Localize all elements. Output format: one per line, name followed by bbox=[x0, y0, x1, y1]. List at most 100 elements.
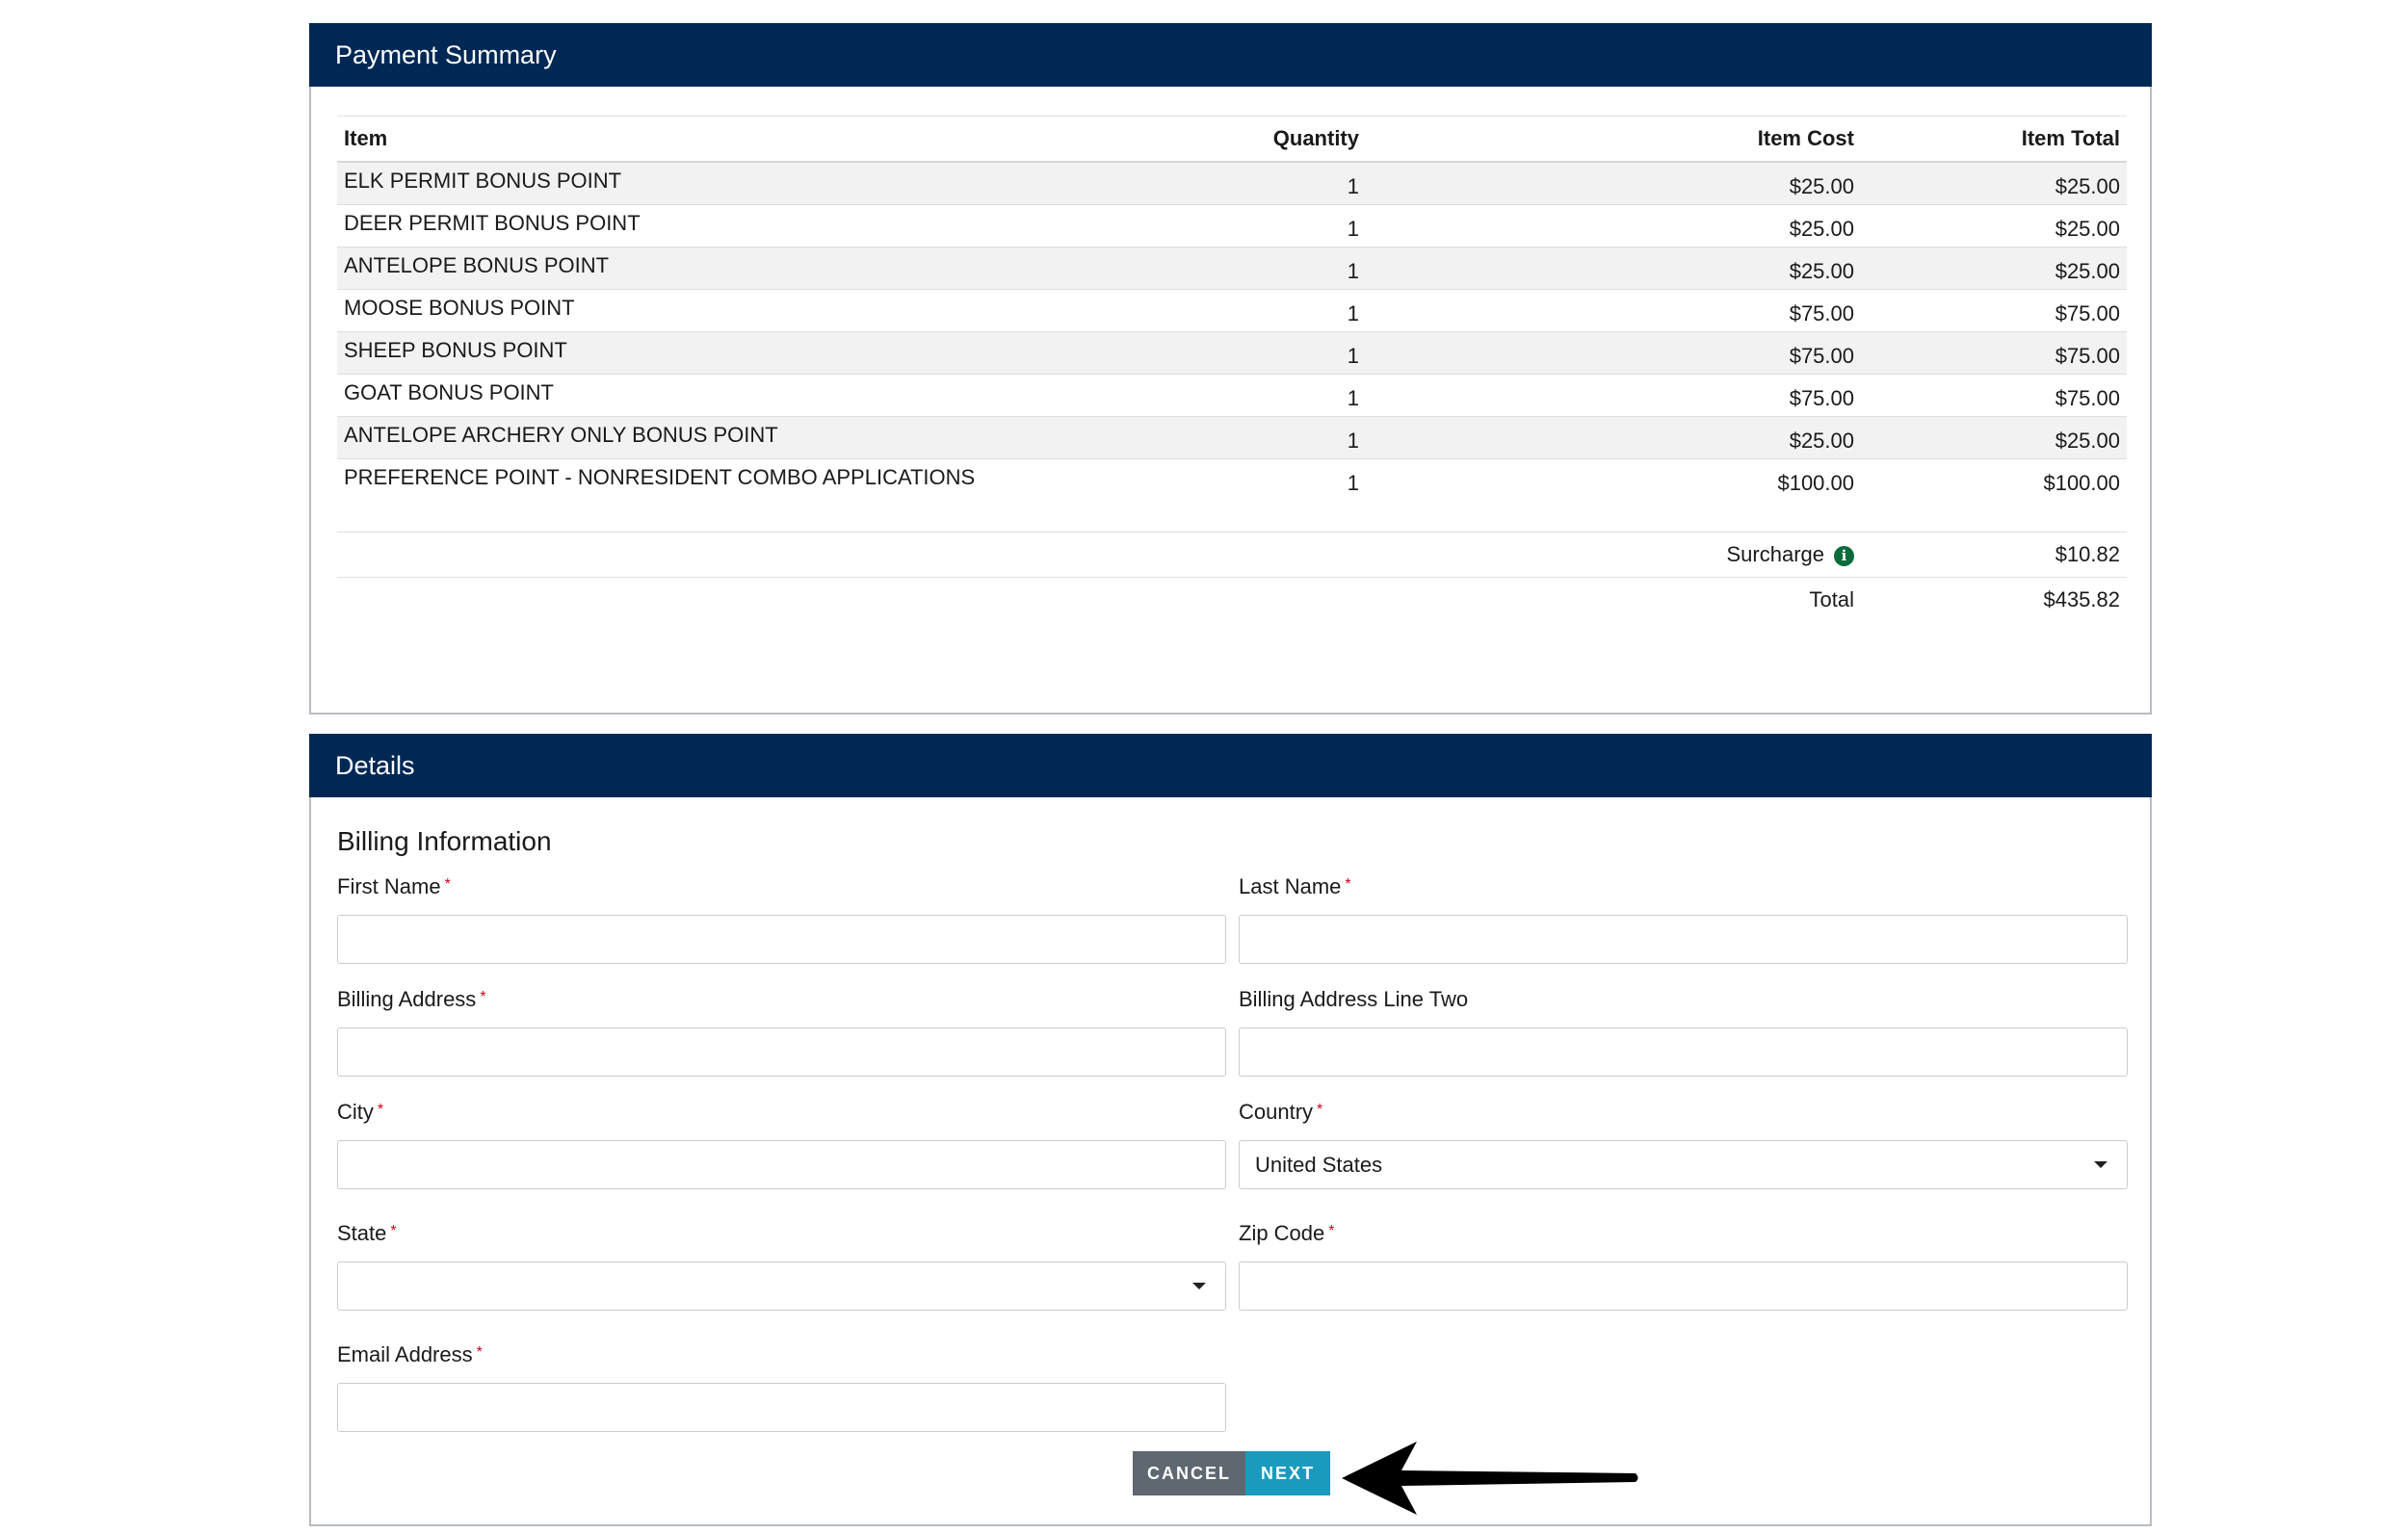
chevron-down-icon bbox=[1192, 1283, 1206, 1289]
item-name: ANTELOPE BONUS POINT bbox=[337, 247, 1025, 290]
first-name-input[interactable] bbox=[337, 915, 1226, 964]
empty-cell bbox=[337, 577, 1025, 622]
empty-cell bbox=[1025, 577, 1366, 622]
required-marker: * bbox=[476, 1344, 483, 1361]
required-marker: * bbox=[1345, 876, 1351, 893]
billing-address-two-label: Billing Address Line Two bbox=[1239, 987, 1468, 1012]
city-label: City * bbox=[337, 1100, 383, 1125]
item-name: GOAT BONUS POINT bbox=[337, 374, 1025, 417]
required-marker: * bbox=[444, 876, 451, 893]
empty-cell bbox=[1025, 532, 1366, 578]
billing-information-title: Billing Information bbox=[337, 826, 552, 856]
next-button[interactable]: NEXT bbox=[1245, 1451, 1330, 1495]
item-name: ELK PERMIT BONUS POINT bbox=[337, 162, 1025, 205]
billing-address-two-input[interactable] bbox=[1239, 1027, 2128, 1077]
empty-cell bbox=[337, 532, 1025, 578]
total-value: $435.82 bbox=[1861, 577, 2127, 622]
city-label-text: City bbox=[337, 1100, 374, 1124]
table-row: ANTELOPE BONUS POINT 1 $25.00 $25.00 bbox=[337, 247, 2127, 290]
table-row: ANTELOPE ARCHERY ONLY BONUS POINT 1 $25.… bbox=[337, 416, 2127, 459]
column-header-item-total: Item Total bbox=[1861, 116, 2127, 163]
state-label-text: State bbox=[337, 1221, 387, 1245]
table-header-row: Item Quantity Item Cost Item Total bbox=[337, 116, 2127, 163]
country-selected-value: United States bbox=[1255, 1153, 1383, 1177]
item-quantity: 1 bbox=[1025, 331, 1366, 375]
column-header-quantity: Quantity bbox=[1025, 116, 1366, 163]
item-quantity: 1 bbox=[1025, 162, 1366, 205]
info-icon[interactable]: i bbox=[1834, 545, 1854, 566]
item-cost: $25.00 bbox=[1366, 247, 1861, 290]
item-cost: $75.00 bbox=[1366, 331, 1861, 375]
item-quantity: 1 bbox=[1025, 204, 1366, 247]
item-cost: $25.00 bbox=[1366, 204, 1861, 247]
item-total: $25.00 bbox=[1861, 162, 2127, 205]
first-name-label: First Name * bbox=[337, 874, 451, 899]
item-cost: $25.00 bbox=[1366, 162, 1861, 205]
required-marker: * bbox=[1317, 1102, 1323, 1118]
item-quantity: 1 bbox=[1025, 374, 1366, 417]
details-panel: Details Billing Information First Name * … bbox=[309, 734, 2152, 1526]
column-header-item: Item bbox=[337, 116, 1025, 163]
item-name: ANTELOPE ARCHERY ONLY BONUS POINT bbox=[337, 416, 1025, 459]
city-input[interactable] bbox=[337, 1140, 1226, 1189]
last-name-label-text: Last Name bbox=[1239, 874, 1342, 898]
email-address-label-text: Email Address bbox=[337, 1342, 473, 1366]
item-total: $25.00 bbox=[1861, 204, 2127, 247]
item-quantity: 1 bbox=[1025, 289, 1366, 332]
country-label: Country * bbox=[1239, 1100, 1322, 1125]
item-quantity: 1 bbox=[1025, 416, 1366, 459]
item-cost: $75.00 bbox=[1366, 289, 1861, 332]
billing-address-label: Billing Address * bbox=[337, 987, 486, 1012]
item-total: $75.00 bbox=[1861, 289, 2127, 332]
zip-code-input[interactable] bbox=[1239, 1261, 2128, 1311]
item-quantity: 1 bbox=[1025, 247, 1366, 290]
required-marker: * bbox=[390, 1223, 397, 1239]
item-quantity: 1 bbox=[1025, 458, 1366, 533]
item-name: PREFERENCE POINT - NONRESIDENT COMBO APP… bbox=[337, 458, 1025, 533]
chevron-down-icon bbox=[2094, 1161, 2107, 1168]
email-address-label: Email Address * bbox=[337, 1342, 483, 1367]
item-cost: $75.00 bbox=[1366, 374, 1861, 417]
country-label-text: Country bbox=[1239, 1100, 1314, 1124]
item-cost: $25.00 bbox=[1366, 416, 1861, 459]
form-actions: CANCEL NEXT bbox=[1133, 1451, 1330, 1495]
first-name-label-text: First Name bbox=[337, 874, 441, 898]
zip-code-label-text: Zip Code bbox=[1239, 1221, 1325, 1245]
surcharge-row: Surcharge i $10.82 bbox=[337, 532, 2127, 578]
table-row: SHEEP BONUS POINT 1 $75.00 $75.00 bbox=[337, 331, 2127, 375]
details-header: Details bbox=[309, 734, 2152, 797]
billing-address-two-label-text: Billing Address Line Two bbox=[1239, 987, 1469, 1011]
item-name: MOOSE BONUS POINT bbox=[337, 289, 1025, 332]
item-name: DEER PERMIT BONUS POINT bbox=[337, 204, 1025, 247]
surcharge-label: Surcharge bbox=[1726, 541, 1824, 566]
surcharge-value: $10.82 bbox=[1861, 532, 2127, 578]
item-name: SHEEP BONUS POINT bbox=[337, 331, 1025, 375]
item-total: $25.00 bbox=[1861, 247, 2127, 290]
item-total: $75.00 bbox=[1861, 374, 2127, 417]
item-cost: $100.00 bbox=[1366, 458, 1861, 533]
required-marker: * bbox=[377, 1102, 384, 1118]
cancel-button[interactable]: CANCEL bbox=[1133, 1451, 1245, 1495]
pointer-arrow-icon bbox=[1342, 1442, 1638, 1515]
state-label: State * bbox=[337, 1221, 397, 1246]
column-header-item-cost: Item Cost bbox=[1366, 116, 1861, 163]
payment-summary-table: Item Quantity Item Cost Item Total ELK P… bbox=[337, 116, 2127, 622]
country-select[interactable]: United States bbox=[1239, 1140, 2128, 1189]
required-marker: * bbox=[1328, 1223, 1335, 1239]
last-name-label: Last Name * bbox=[1239, 874, 1351, 899]
payment-summary-header: Payment Summary bbox=[309, 23, 2152, 87]
table-row: ELK PERMIT BONUS POINT 1 $25.00 $25.00 bbox=[337, 162, 2127, 205]
table-row: MOOSE BONUS POINT 1 $75.00 $75.00 bbox=[337, 289, 2127, 332]
item-total: $25.00 bbox=[1861, 416, 2127, 459]
billing-address-input[interactable] bbox=[337, 1027, 1226, 1077]
email-address-input[interactable] bbox=[337, 1383, 1226, 1432]
item-total: $75.00 bbox=[1861, 331, 2127, 375]
billing-address-label-text: Billing Address bbox=[337, 987, 477, 1011]
table-row: GOAT BONUS POINT 1 $75.00 $75.00 bbox=[337, 374, 2127, 417]
total-label: Total bbox=[1366, 577, 1861, 622]
payment-summary-panel: Payment Summary Item Quantity Item Cost … bbox=[309, 23, 2152, 715]
zip-code-label: Zip Code * bbox=[1239, 1221, 1335, 1246]
required-marker: * bbox=[480, 989, 486, 1005]
last-name-input[interactable] bbox=[1239, 915, 2128, 964]
state-select[interactable] bbox=[337, 1261, 1226, 1311]
